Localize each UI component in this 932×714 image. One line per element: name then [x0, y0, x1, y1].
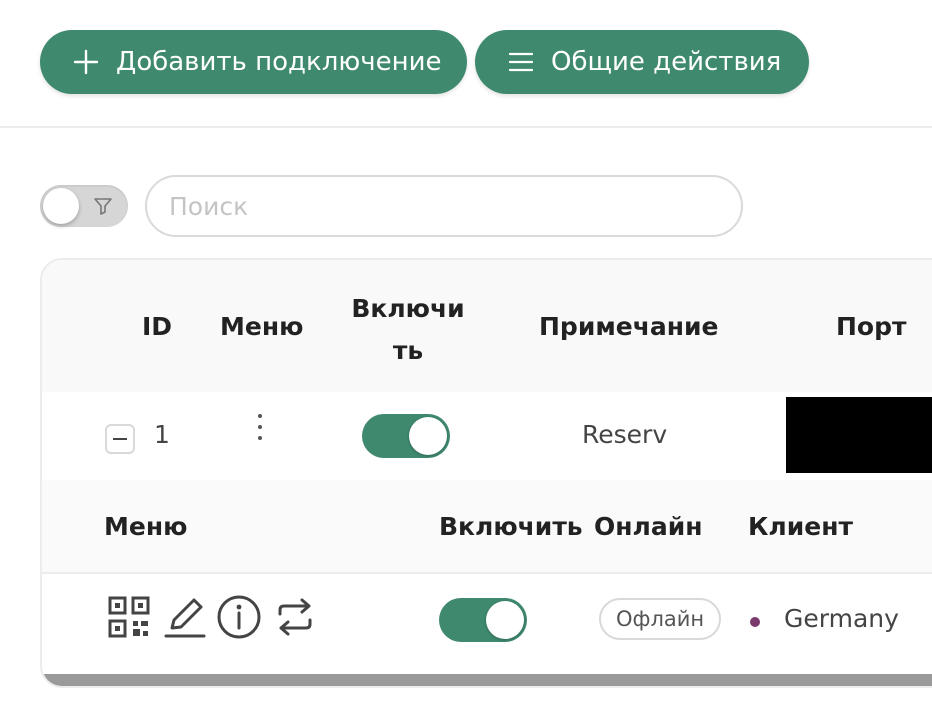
table-header: ID Меню Включить Примечание Порт [42, 260, 932, 394]
general-actions-label: Общие действия [551, 47, 782, 77]
row-id: 1 [154, 420, 170, 449]
online-status-badge: Офлайн [599, 598, 722, 640]
column-header-id[interactable]: ID [142, 312, 172, 341]
search-input[interactable] [145, 175, 743, 237]
subtable-header-online: Онлайн [594, 512, 703, 541]
client-status-dot [750, 617, 760, 627]
menu-lines-icon [507, 48, 535, 76]
horizontal-scrollbar[interactable] [42, 674, 932, 686]
general-actions-button[interactable]: Общие действия [475, 30, 809, 94]
add-connection-button[interactable]: Добавить подключение [40, 30, 467, 94]
column-header-menu: Меню [220, 312, 304, 341]
edit-icon[interactable] [162, 594, 208, 640]
collapse-icon[interactable] [105, 424, 135, 454]
qrcode-icon[interactable] [106, 594, 152, 640]
page: Добавить подключение Общие действия ID М… [0, 0, 932, 714]
client-enable-switch[interactable] [439, 598, 527, 642]
filter-icon [94, 198, 112, 215]
client-name: Germany [784, 604, 899, 633]
add-connection-label: Добавить подключение [116, 47, 442, 77]
subtable-header-enable: Включить [439, 512, 583, 541]
connections-table: ID Меню Включить Примечание Порт 1 Reser… [40, 258, 932, 688]
subtable-header-menu: Меню [104, 512, 188, 541]
row-note: Reserv [582, 420, 668, 449]
info-icon[interactable] [216, 594, 262, 640]
column-header-port: Порт [836, 312, 907, 341]
kebab-menu-icon[interactable] [256, 414, 264, 450]
column-header-note: Примечание [539, 312, 719, 341]
plus-icon [72, 48, 100, 76]
row-enable-switch[interactable] [362, 414, 450, 458]
client-row: Офлайн Germany [42, 574, 932, 670]
filter-toggle[interactable] [40, 185, 128, 227]
subtable-header: Меню Включить Онлайн Клиент [42, 480, 932, 574]
switch-knob [409, 417, 447, 455]
column-header-enable: Включить [351, 294, 465, 365]
switch-knob [486, 601, 524, 639]
table-row: 1 Reserv [42, 392, 932, 482]
reset-icon[interactable] [272, 594, 318, 640]
row-port-redacted [786, 397, 932, 473]
subtable-header-client: Клиент [748, 512, 853, 541]
client-subtable: Меню Включить Онлайн Клиент Офлайн Germa… [42, 480, 932, 670]
filter-toggle-knob [43, 188, 79, 224]
